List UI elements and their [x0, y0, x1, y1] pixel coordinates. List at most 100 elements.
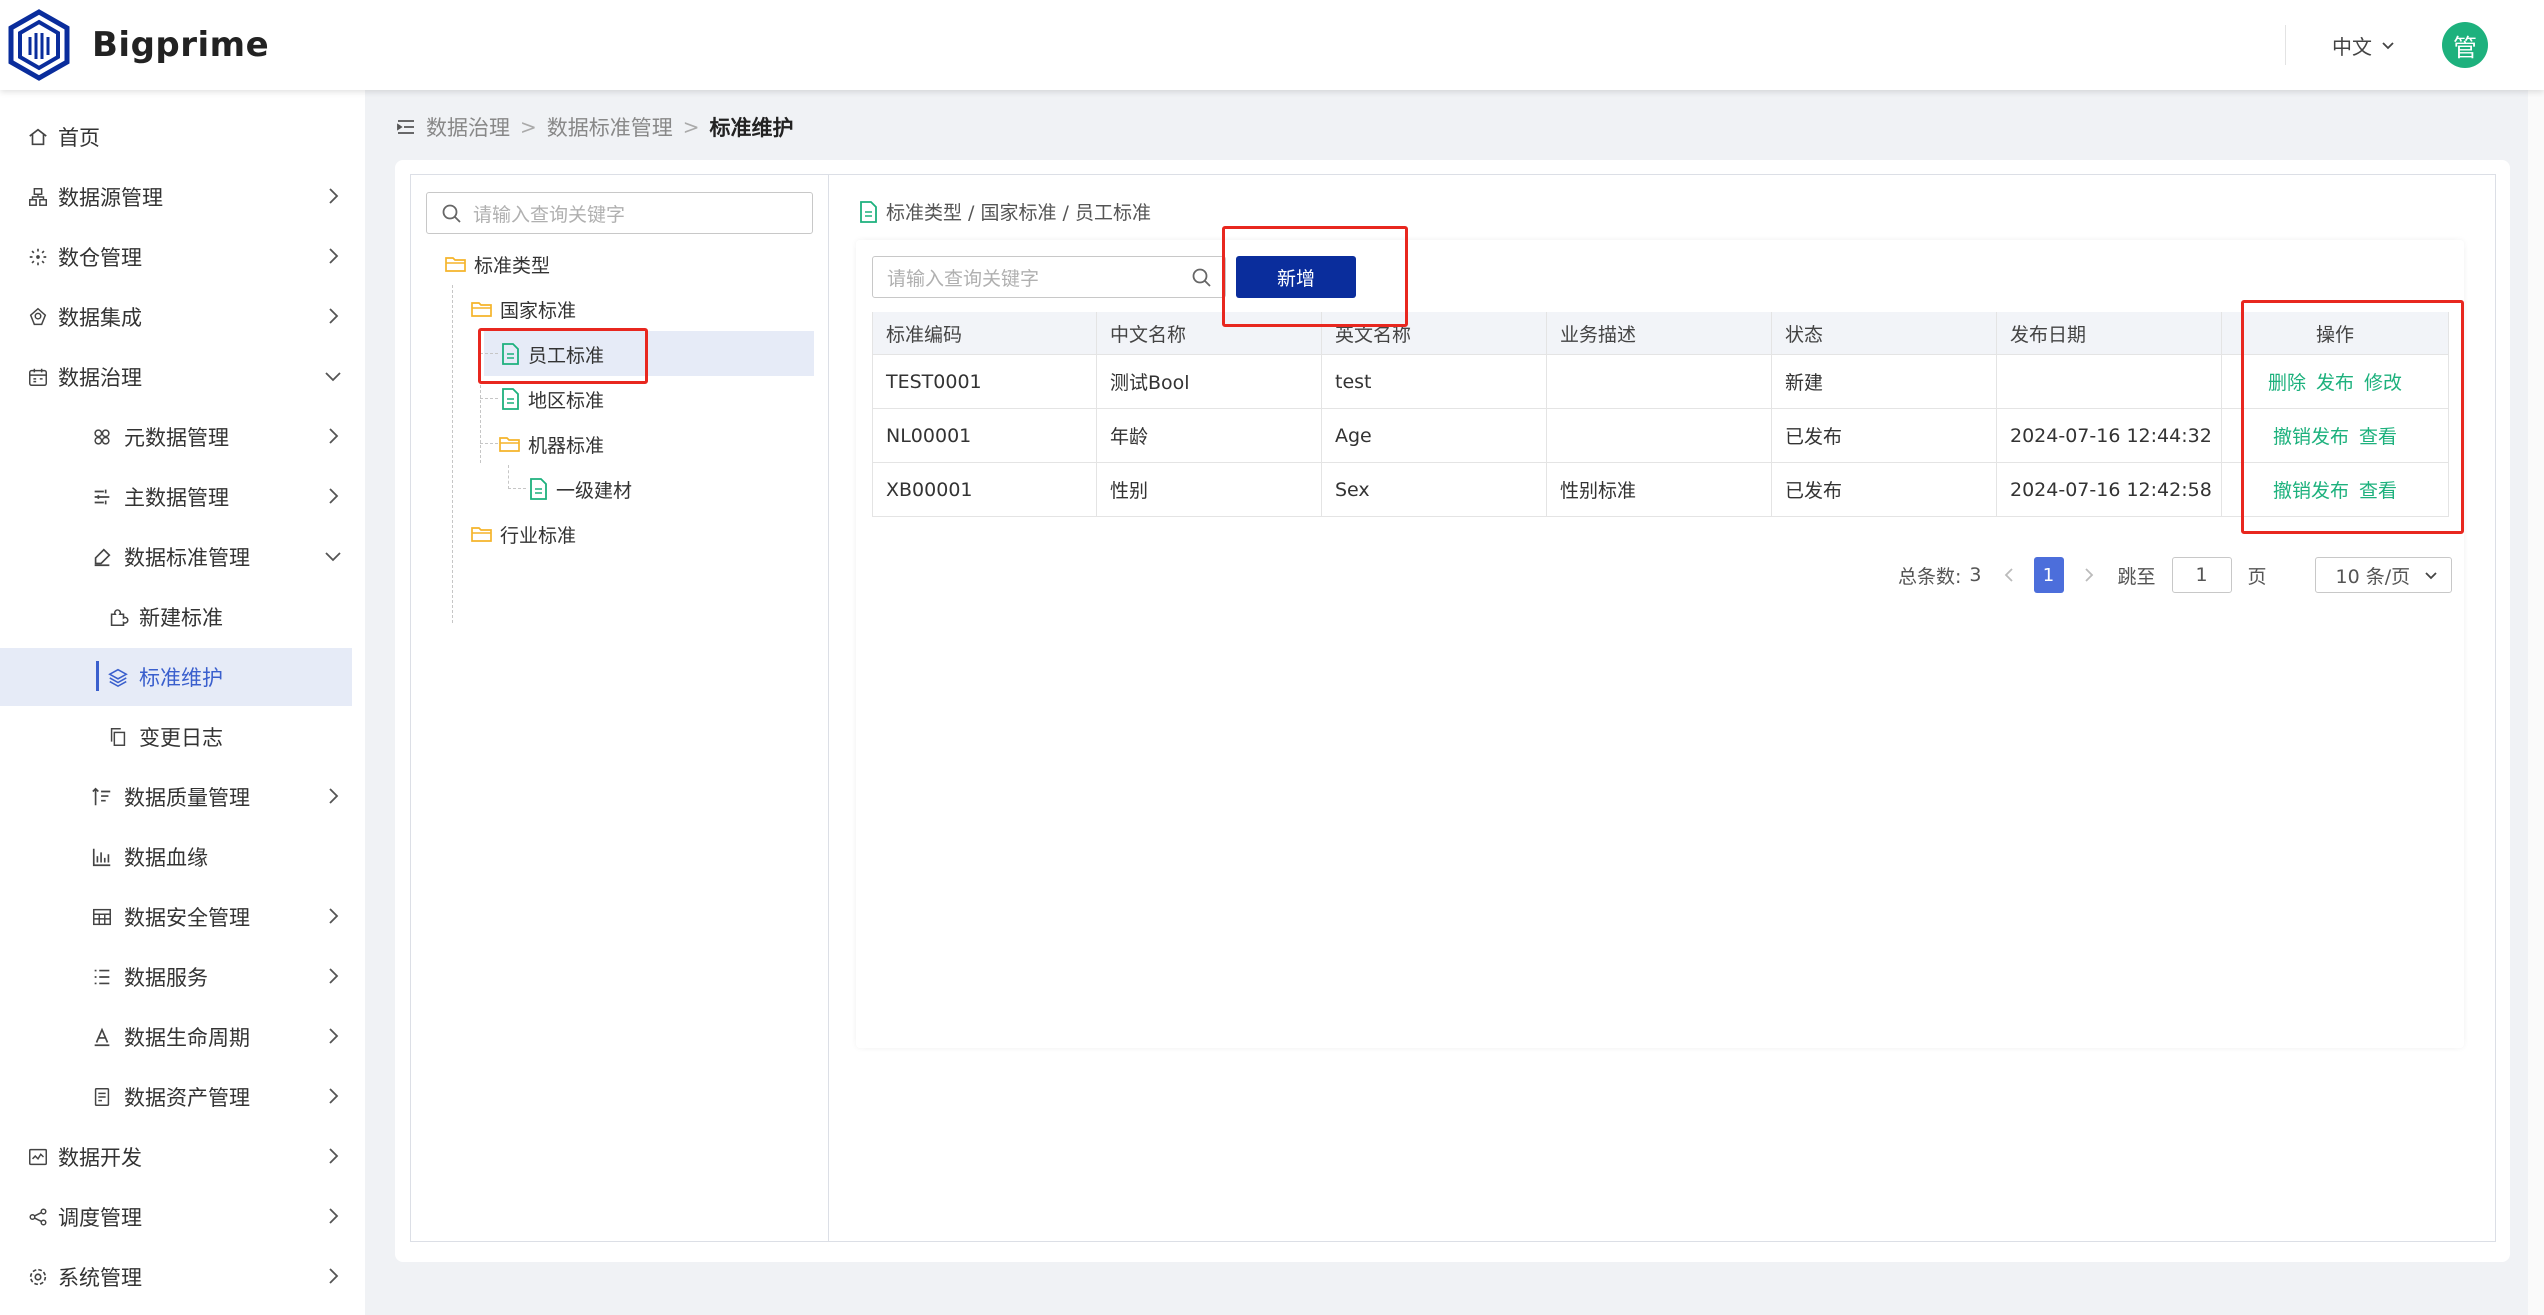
table-cell-status: 新建 [1772, 355, 1997, 408]
top-bar: Bigprime 中文 管 [0, 0, 2544, 90]
sidebar-item[interactable]: 数据生命周期 [0, 1008, 352, 1066]
tree-search-placeholder: 请输入查询关键字 [473, 203, 626, 226]
chevron-right-icon [329, 1268, 339, 1284]
chevron-down-icon [325, 552, 341, 562]
warehouse-icon [26, 245, 50, 269]
integration-icon [26, 305, 50, 329]
avatar-initial: 管 [2453, 33, 2477, 62]
breadcrumb-separator: > [682, 115, 700, 139]
sidebar-item[interactable]: 数据资产管理 [0, 1068, 352, 1126]
sidebar-item-label: 元数据管理 [124, 426, 229, 450]
sidebar-item[interactable]: 数据治理 [0, 348, 352, 406]
lifecycle-icon [90, 1025, 114, 1049]
tree-guide-line [452, 285, 453, 623]
document-icon [498, 387, 528, 411]
breadcrumb-item-governance[interactable]: 数据治理 [426, 112, 510, 142]
tree-node[interactable]: 行业标准 [470, 512, 576, 556]
sidebar-item[interactable]: 数仓管理 [0, 228, 352, 286]
standard-path: 标准类型 / 国家标准 / 员工标准 [858, 198, 1151, 225]
chevron-left-icon [2004, 568, 2013, 582]
jump-page-input[interactable]: 1 [2171, 557, 2232, 593]
folder-icon [498, 432, 528, 456]
sidebar-item-label: 变更日志 [139, 726, 223, 750]
tree-node-label: 一级建材 [556, 479, 633, 502]
sidebar-item[interactable]: 数据标准管理 [0, 528, 352, 586]
chevron-right-icon [329, 488, 339, 504]
tree-node-label: 国家标准 [500, 299, 577, 322]
sidebar-item[interactable]: 首页 [0, 108, 352, 166]
chevron-down-icon [325, 372, 341, 382]
table-cell-date: 2024-07-16 12:44:32 [1997, 409, 2222, 462]
settings-icon [26, 1265, 50, 1289]
breadcrumb: 数据治理 > 数据标准管理 > 标准维护 [396, 112, 794, 142]
sidebar-item[interactable]: 变更日志 [0, 708, 352, 766]
table-search-placeholder: 请输入查询关键字 [887, 267, 1040, 290]
tree-node[interactable]: 国家标准 [470, 287, 576, 331]
puzzle-icon [106, 605, 130, 629]
table-row: TEST0001 测试Bool test 新建 删除 发布 修改 [872, 355, 2449, 409]
sidebar-item[interactable]: 数据安全管理 [0, 888, 352, 946]
page-size-select[interactable]: 10 条/页 [2314, 557, 2452, 593]
page-size-value: 10 条/页 [2335, 565, 2411, 588]
search-icon[interactable] [1191, 267, 1213, 289]
tree-node[interactable]: 机器标准 [498, 422, 604, 466]
chevron-down-icon [2425, 572, 2437, 580]
chevron-right-icon [329, 968, 339, 984]
highlight-box-add-button [1222, 226, 1408, 327]
logo[interactable]: Bigprime [6, 9, 269, 81]
home-icon [26, 125, 50, 149]
sidebar-item[interactable]: 数据集成 [0, 288, 352, 346]
sidebar-item-label: 主数据管理 [124, 486, 229, 510]
sidebar-item[interactable]: 标准维护 [0, 648, 352, 706]
sidebar-item[interactable]: 数据开发 [0, 1128, 352, 1186]
sidebar-item-label: 数据标准管理 [124, 546, 250, 570]
column-header: 标准编码 [872, 312, 1097, 354]
highlight-box-tree-node [478, 328, 648, 384]
sidebar-item[interactable]: 数据血缘 [0, 828, 352, 886]
sidebar-item[interactable]: 系统管理 [0, 1248, 352, 1306]
metadata-icon [90, 425, 114, 449]
table-row: XB00001 性别 Sex 性别标准 已发布 2024-07-16 12:42:58 撤销… [872, 463, 2449, 517]
avatar[interactable]: 管 [2442, 22, 2488, 68]
breadcrumb-item-standard-mgmt[interactable]: 数据标准管理 [547, 112, 673, 142]
chevron-right-icon [329, 908, 339, 924]
sidebar-item[interactable]: 数据质量管理 [0, 768, 352, 826]
sidebar-item-label: 新建标准 [139, 606, 223, 630]
document-icon [526, 477, 556, 501]
tree-guide-line [508, 488, 526, 489]
tree-node[interactable]: 一级建材 [526, 467, 632, 511]
chevron-right-icon [329, 308, 339, 324]
chevron-right-icon [329, 1208, 339, 1224]
schedule-icon [26, 1205, 50, 1229]
menu-fold-icon[interactable] [396, 117, 416, 137]
chevron-right-icon [329, 788, 339, 804]
tree-node[interactable]: 标准类型 [444, 242, 550, 286]
table-cell-status: 已发布 [1772, 409, 1997, 462]
bigprime-logo-icon [8, 9, 70, 81]
sidebar-item-label: 数据资产管理 [124, 1086, 250, 1110]
language-switch[interactable]: 中文 [2332, 31, 2396, 60]
table-cell-cn: 测试Bool [1097, 355, 1322, 408]
sidebar: 首页 数据源管理 数仓管理 数据集成数据治理元数据管理主数据管理数据标准管理新建标准标… [0, 90, 365, 1315]
governance-icon [26, 365, 50, 389]
sidebar-item-label: 数据治理 [58, 366, 142, 390]
tree-search-input[interactable]: 请输入查询关键字 [426, 192, 813, 234]
masterdata-icon [90, 485, 114, 509]
next-page-button[interactable] [2074, 557, 2104, 593]
asset-icon [90, 1085, 114, 1109]
page-number[interactable]: 1 [2033, 557, 2064, 593]
table-search-input[interactable]: 请输入查询关键字 [872, 256, 1226, 298]
sidebar-item[interactable]: 调度管理 [0, 1188, 352, 1246]
sidebar-item[interactable]: 新建标准 [0, 588, 352, 646]
sidebar-item[interactable]: 数据服务 [0, 948, 352, 1006]
table-cell-en: test [1322, 355, 1547, 408]
page-scrollbar[interactable] [2528, 0, 2544, 1315]
table-cell-date: 2024-07-16 12:42:58 [1997, 463, 2222, 516]
sidebar-item[interactable]: 元数据管理 [0, 408, 352, 466]
table-cell-status: 已发布 [1772, 463, 1997, 516]
sidebar-item[interactable]: 主数据管理 [0, 468, 352, 526]
prev-page-button[interactable] [1994, 557, 2024, 593]
sidebar-item[interactable]: 数据源管理 [0, 168, 352, 226]
sidebar-item-label: 标准维护 [139, 666, 223, 690]
tree-node-label: 机器标准 [528, 434, 605, 457]
